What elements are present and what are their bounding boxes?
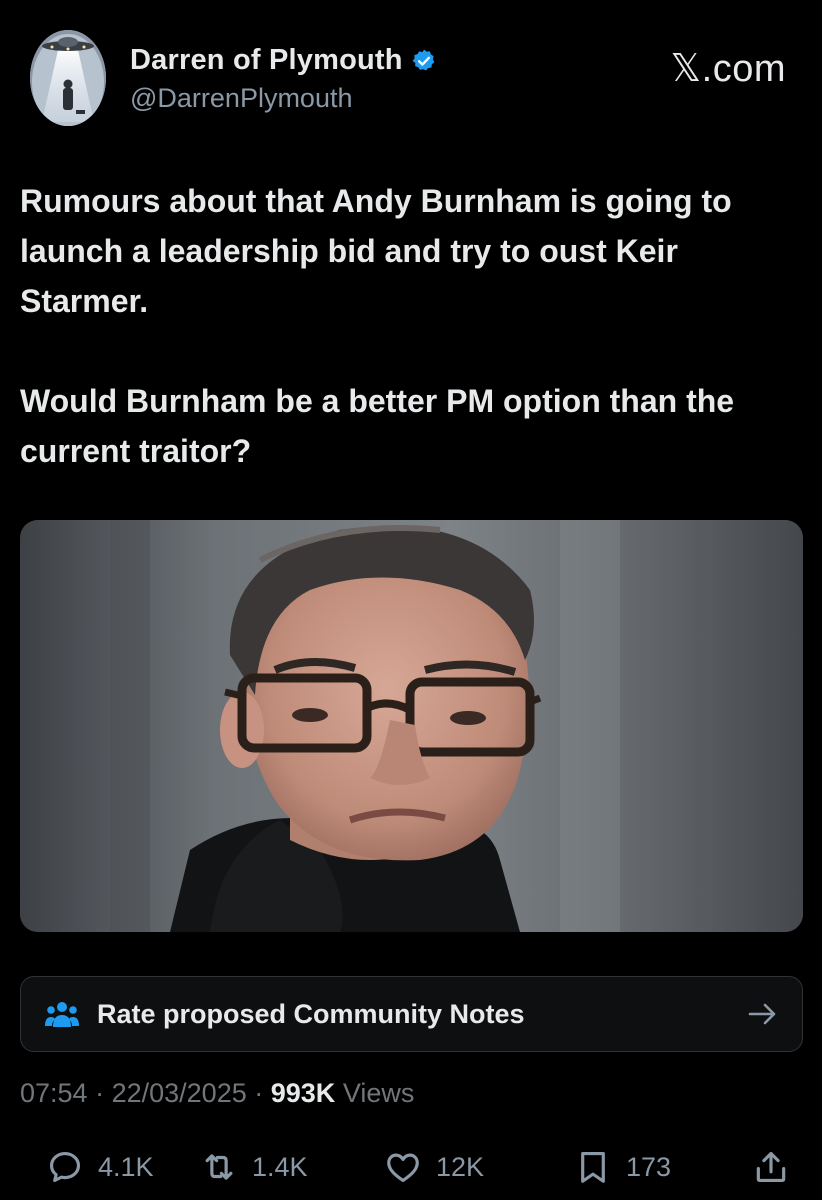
author-handle[interactable]: @DarrenPlymouth: [130, 83, 437, 114]
heart-icon: [387, 1153, 419, 1183]
repost-button[interactable]: 1.4K: [200, 1142, 308, 1192]
tweet-date[interactable]: 22/03/2025: [112, 1078, 247, 1108]
x-com-logo: 𝕏.com: [670, 48, 786, 90]
meta-separator: ·: [95, 1078, 112, 1108]
tweet-screenshot: Darren of Plymouth @DarrenPlymouth 𝕏.com…: [0, 0, 822, 1200]
tweet-paragraph: Rumours about that Andy Burnham is going…: [20, 183, 732, 319]
like-button[interactable]: 12K: [384, 1142, 484, 1192]
ufo-avatar-icon: [30, 30, 106, 126]
like-count: 12K: [436, 1151, 485, 1182]
share-button[interactable]: [752, 1142, 790, 1192]
display-name[interactable]: Darren of Plymouth: [130, 44, 403, 77]
views-count: 993K: [270, 1078, 336, 1108]
views-label: Views: [342, 1078, 415, 1108]
tweet-meta: 07:54 · 22/03/2025 · 993K Views: [20, 1078, 414, 1109]
arrow-right-icon: [748, 1003, 776, 1025]
share-icon: [756, 1151, 786, 1183]
reply-button[interactable]: 4.1K: [46, 1142, 154, 1192]
reply-count: 4.1K: [98, 1151, 154, 1182]
community-notes-button[interactable]: Rate proposed Community Notes: [20, 976, 803, 1052]
display-name-row: Darren of Plymouth: [130, 44, 437, 77]
bookmark-icon: [581, 1151, 605, 1183]
verified-badge-icon: [412, 49, 434, 71]
repost-count: 1.4K: [252, 1151, 308, 1182]
action-bar: 4.1K 1.4K 12K 173: [0, 1142, 822, 1192]
portrait-photo: [20, 520, 803, 932]
bookmark-count: 173: [626, 1151, 672, 1182]
repost-icon: [205, 1154, 233, 1180]
tweet-photo[interactable]: [20, 520, 803, 932]
author-avatar[interactable]: [30, 30, 106, 126]
author-info[interactable]: Darren of Plymouth @DarrenPlymouth: [130, 44, 437, 114]
community-notes-label: Rate proposed Community Notes: [97, 998, 525, 1029]
tweet-paragraph: Would Burnham be a better PM option than…: [20, 383, 735, 469]
people-icon: [45, 1002, 79, 1027]
reply-icon: [49, 1151, 81, 1183]
bookmark-button[interactable]: 173: [574, 1142, 671, 1192]
tweet-text: Rumours about that Andy Burnham is going…: [20, 176, 810, 476]
meta-separator: ·: [254, 1078, 271, 1108]
tweet-time[interactable]: 07:54: [20, 1078, 88, 1108]
